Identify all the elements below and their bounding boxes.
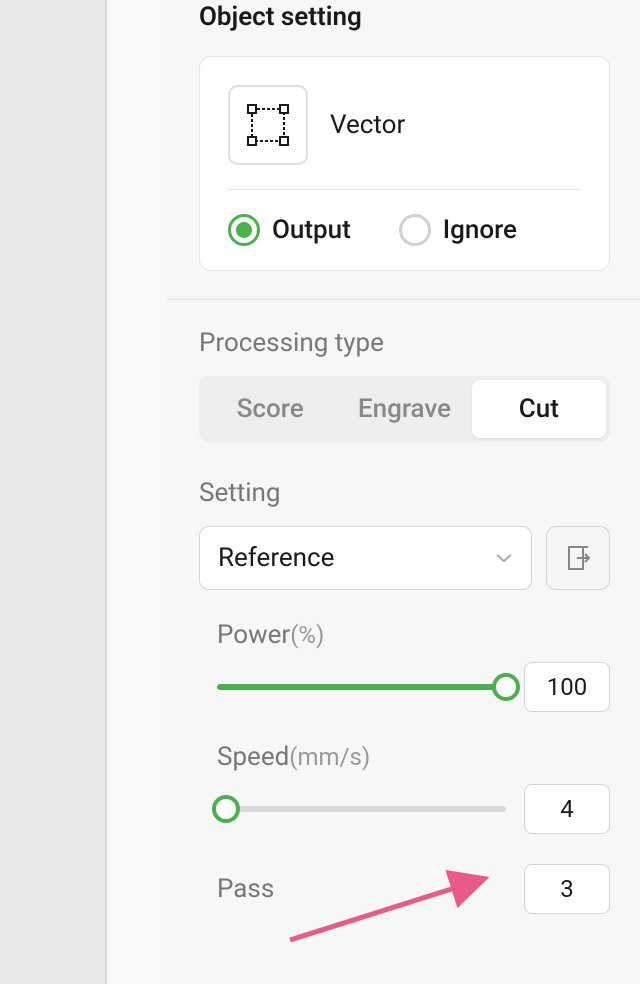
power-slider-row: 100 [217, 662, 610, 712]
radio-output[interactable]: Output [228, 214, 351, 246]
divider [167, 299, 640, 300]
object-setting-title: Object setting [167, 2, 640, 32]
speed-value[interactable]: 4 [524, 784, 610, 834]
radio-output-circle [228, 214, 260, 246]
processing-type-title: Processing type [199, 328, 610, 358]
pass-value[interactable]: 3 [524, 864, 610, 914]
settings-panel: Object setting Vector [167, 0, 640, 984]
pass-row: Pass 3 [217, 864, 610, 914]
radio-ignore[interactable]: Ignore [399, 214, 517, 246]
processing-type-section: Processing type Score Engrave Cut Settin… [167, 328, 640, 914]
vector-icon [246, 103, 290, 147]
setting-row: Reference [199, 526, 610, 590]
vector-row: Vector [228, 85, 581, 190]
processing-type-segmented: Score Engrave Cut [199, 376, 610, 442]
speed-label-row: Speed (mm/s) [217, 742, 610, 772]
setting-title: Setting [199, 478, 610, 508]
reference-dropdown-value: Reference [218, 543, 334, 573]
radio-output-dot [236, 222, 252, 238]
param-group: Power (%) 100 Speed (mm/s) [199, 620, 610, 914]
speed-slider-thumb[interactable] [212, 795, 240, 823]
power-label-row: Power (%) [217, 620, 610, 650]
speed-slider-row: 4 [217, 784, 610, 834]
radio-ignore-label: Ignore [443, 215, 517, 245]
power-label: Power [217, 620, 290, 650]
seg-cut[interactable]: Cut [472, 380, 606, 438]
export-settings-button[interactable] [546, 526, 610, 590]
speed-unit: (mm/s) [289, 743, 370, 771]
speed-slider[interactable] [217, 806, 506, 812]
vector-icon-box[interactable] [228, 85, 308, 165]
power-slider-thumb[interactable] [492, 673, 520, 701]
reference-dropdown[interactable]: Reference [199, 526, 532, 590]
power-value[interactable]: 100 [524, 662, 610, 712]
power-slider[interactable] [217, 684, 506, 690]
power-unit: (%) [290, 621, 324, 649]
speed-label: Speed [217, 742, 289, 772]
export-icon [563, 543, 593, 573]
seg-score[interactable]: Score [203, 380, 337, 438]
object-setting-card: Vector Output Ignore [199, 56, 610, 271]
seg-engrave[interactable]: Engrave [337, 380, 471, 438]
chevron-down-icon [495, 553, 513, 563]
radio-output-label: Output [272, 215, 351, 245]
vector-label: Vector [330, 110, 405, 140]
panel-outer: Object setting Vector [105, 0, 640, 984]
power-slider-fill [217, 684, 506, 690]
pass-label: Pass [217, 874, 274, 904]
output-mode-group: Output Ignore [228, 190, 581, 246]
radio-ignore-circle [399, 214, 431, 246]
